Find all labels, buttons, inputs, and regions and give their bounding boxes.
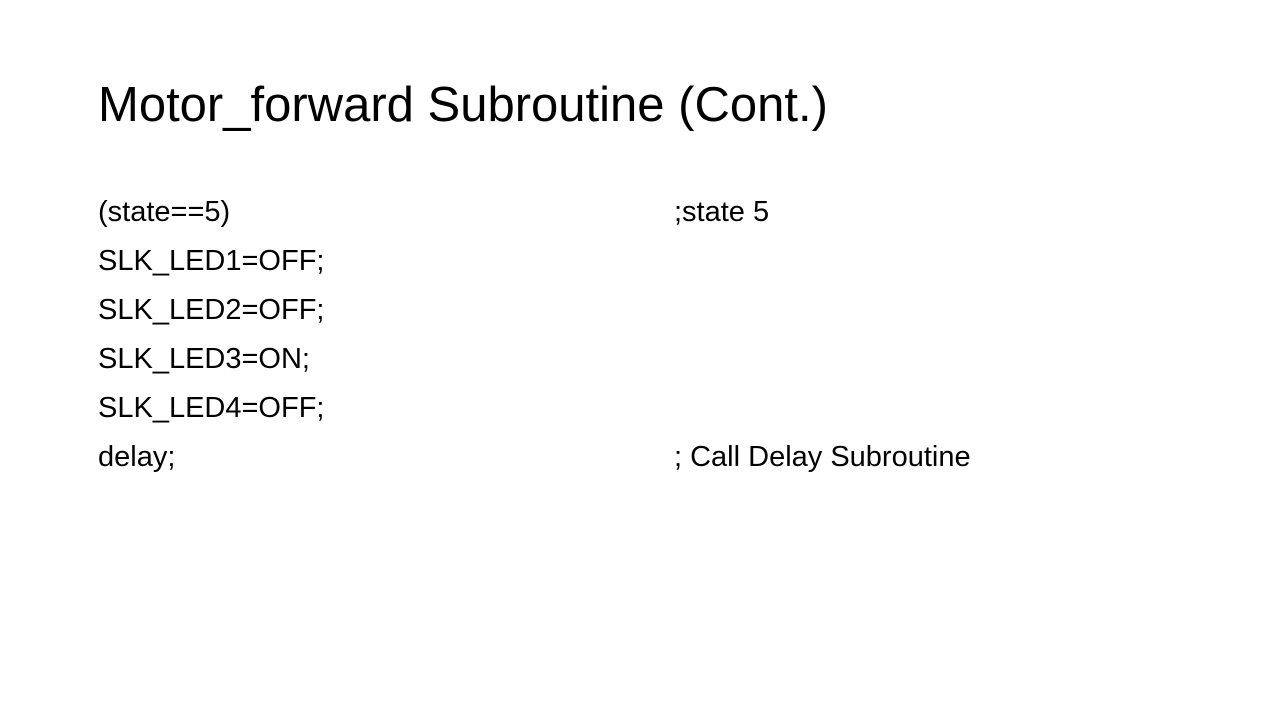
code-block: (state==5) ;state 5 SLK_LED1=OFF; SLK_LE…: [98, 188, 1198, 482]
slide: Motor_forward Subroutine (Cont.) (state=…: [0, 0, 1280, 720]
code-line: (state==5) ;state 5: [98, 188, 1198, 237]
code-line: SLK_LED3=ON;: [98, 335, 1198, 384]
code-text: (state==5): [98, 196, 231, 228]
code-line: delay; ; Call Delay Subroutine: [98, 433, 1198, 482]
code-line: SLK_LED1=OFF;: [98, 237, 1198, 286]
code-comment: ; Call Delay Subroutine: [674, 441, 971, 473]
slide-title: Motor_forward Subroutine (Cont.): [98, 78, 828, 132]
code-text: delay;: [98, 441, 176, 473]
code-line: SLK_LED4=OFF;: [98, 384, 1198, 433]
code-text: SLK_LED2=OFF;: [98, 294, 325, 326]
code-line: SLK_LED2=OFF;: [98, 286, 1198, 335]
code-text: SLK_LED3=ON;: [98, 343, 310, 375]
code-comment: ;state 5: [674, 196, 770, 228]
code-text: SLK_LED4=OFF;: [98, 392, 325, 424]
code-text: SLK_LED1=OFF;: [98, 245, 325, 277]
